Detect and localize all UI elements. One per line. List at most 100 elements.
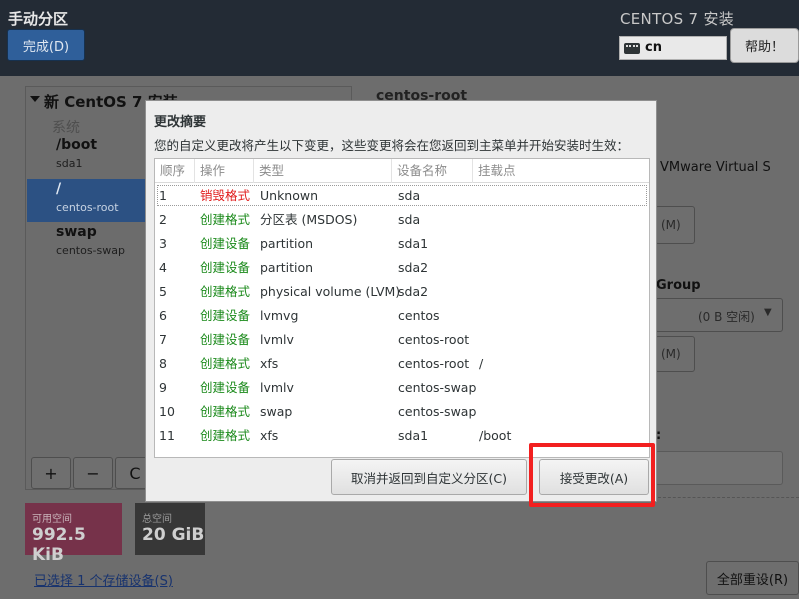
cell-order: 2 — [159, 212, 167, 227]
table-row[interactable]: 5 创建格式 physical volume (LVM) sda2 — [155, 280, 649, 304]
table-row[interactable]: 9 创建设备 lvmlv centos-swap — [155, 376, 649, 400]
dropdown-arrow-icon: ▼ — [764, 307, 772, 318]
cell-order: 5 — [159, 284, 167, 299]
cell-action: 创建设备 — [200, 236, 251, 251]
available-space-box: 可用空间 992.5 KiB — [25, 503, 122, 565]
page-title: 手动分区 — [8, 10, 69, 28]
modify-device-button[interactable]: (M) — [655, 206, 695, 244]
table-row[interactable]: 4 创建设备 partition sda2 — [155, 256, 649, 280]
cell-device: centos-root — [398, 356, 470, 371]
cell-device: centos-root — [398, 332, 470, 347]
changes-table: 顺序 操作 类型 设备名称 挂载点 1 销毁格式 Unknown sda 2 创建格式 分区… — [154, 158, 650, 458]
column-header-order[interactable]: 顺序 — [155, 159, 195, 183]
cell-action: 创建设备 — [200, 380, 251, 395]
top-bar: 手动分区 完成(D) CENTOS 7 安装 cn 帮助！ — [0, 0, 799, 76]
modify-device-label: (M) — [661, 218, 681, 232]
cell-order: 6 — [159, 308, 167, 323]
cell-type: swap — [260, 404, 293, 419]
table-row[interactable]: 8 创建格式 xfs centos-root / — [155, 352, 649, 376]
cell-mount: / — [479, 356, 484, 371]
cell-action: 创建格式 — [200, 404, 251, 419]
cell-action: 创建设备 — [200, 260, 251, 275]
cell-mount: /boot — [479, 428, 512, 443]
cell-type: lvmvg — [260, 308, 299, 323]
cell-type: lvmlv — [260, 380, 294, 395]
mount-boot-device: sda1 — [56, 157, 83, 170]
mount-swap[interactable]: swap — [56, 224, 97, 240]
available-space-label: 可用空间 — [32, 514, 72, 525]
cell-device: centos-swap — [398, 404, 477, 419]
cell-type: partition — [260, 260, 314, 275]
cell-type: 分区表 (MSDOS) — [260, 212, 358, 227]
mount-boot[interactable]: /boot — [56, 137, 97, 153]
total-space-value: 20 GiB — [142, 525, 205, 545]
column-header-mount[interactable]: 挂载点 — [473, 159, 649, 183]
cell-order: 9 — [159, 380, 167, 395]
column-header-device[interactable]: 设备名称 — [392, 159, 473, 183]
selected-storage-link[interactable]: 已选择 1 个存储设备(S) — [34, 570, 173, 589]
done-button[interactable]: 完成(D) — [7, 29, 85, 61]
available-space-value: 992.5 KiB — [32, 525, 86, 565]
add-mount-button[interactable]: + — [31, 457, 71, 489]
cell-action: 创建设备 — [200, 332, 251, 347]
table-header: 顺序 操作 类型 设备名称 挂载点 — [155, 159, 649, 183]
dialog-title: 更改摘要 — [154, 115, 207, 130]
keyboard-layout-indicator[interactable]: cn — [619, 36, 727, 60]
cell-type: partition — [260, 236, 314, 251]
cell-type: lvmlv — [260, 332, 294, 347]
volume-group-combo[interactable]: (0 B 空闲) ▼ — [655, 298, 783, 332]
cancel-return-button[interactable]: 取消并返回到自定义分区(C) — [331, 459, 527, 495]
mount-root-device: centos-root — [56, 201, 119, 214]
cell-device: sda2 — [398, 284, 429, 299]
cell-order: 10 — [159, 404, 175, 419]
reset-all-button[interactable]: 全部重设(R) — [706, 561, 799, 595]
summary-of-changes-dialog: 更改摘要 您的自定义更改将产生以下变更，这些变更将会在您返回到主菜单并开始安装时… — [145, 100, 657, 502]
cell-order: 11 — [159, 428, 175, 443]
table-row[interactable]: 2 创建格式 分区表 (MSDOS) sda — [155, 208, 649, 232]
expander-down-icon[interactable] — [30, 96, 40, 102]
table-row[interactable]: 11 创建格式 xfs sda1/boot — [155, 424, 649, 448]
cell-device: sda — [398, 212, 421, 227]
table-row[interactable]: 1 销毁格式 Unknown sda — [155, 184, 649, 208]
table-row[interactable]: 6 创建设备 lvmvg centos — [155, 304, 649, 328]
cell-device: sda1 — [398, 428, 429, 443]
cell-device: centos-swap — [398, 380, 477, 395]
mount-swap-device: centos-swap — [56, 244, 125, 257]
cell-action: 销毁格式 — [200, 188, 251, 203]
cell-device: centos — [398, 308, 440, 323]
keyboard-icon — [624, 43, 640, 54]
cell-action: 创建设备 — [200, 308, 251, 323]
divider — [658, 497, 799, 498]
modify-volume-group-button[interactable]: (M) — [655, 336, 695, 372]
total-space-label: 总空间 — [142, 514, 172, 525]
help-button[interactable]: 帮助！ — [730, 28, 799, 63]
mount-root[interactable]: / — [56, 181, 61, 197]
cell-action: 创建格式 — [200, 284, 251, 299]
table-row[interactable]: 10 创建格式 swap centos-swap — [155, 400, 649, 424]
cell-type: physical volume (LVM) — [260, 284, 401, 299]
cell-type: xfs — [260, 356, 279, 371]
keyboard-layout-label: cn — [645, 40, 662, 55]
cell-action: 创建格式 — [200, 356, 251, 371]
table-row[interactable]: 7 创建设备 lvmlv centos-root — [155, 328, 649, 352]
cell-type: Unknown — [260, 188, 319, 203]
cell-device: sda1 — [398, 236, 429, 251]
cell-device: sda — [398, 188, 421, 203]
volume-group-label: Group — [656, 278, 701, 293]
device-model-text: VMware Virtual S — [660, 160, 771, 175]
cell-order: 3 — [159, 236, 167, 251]
column-header-type[interactable]: 类型 — [254, 159, 392, 183]
total-space-box: 总空间 20 GiB — [135, 503, 205, 555]
name-input[interactable] — [655, 451, 783, 485]
cell-action: 创建格式 — [200, 212, 251, 227]
modify-volume-group-label: (M) — [661, 347, 681, 361]
column-header-action[interactable]: 操作 — [195, 159, 254, 183]
cell-order: 8 — [159, 356, 167, 371]
cell-order: 7 — [159, 332, 167, 347]
system-group-label: 系统 — [52, 120, 80, 136]
remove-mount-button[interactable]: − — [73, 457, 113, 489]
table-row[interactable]: 3 创建设备 partition sda1 — [155, 232, 649, 256]
cell-order: 1 — [159, 188, 167, 203]
installer-title: CENTOS 7 安装 — [620, 10, 735, 28]
accept-changes-button[interactable]: 接受更改(A) — [539, 459, 649, 495]
